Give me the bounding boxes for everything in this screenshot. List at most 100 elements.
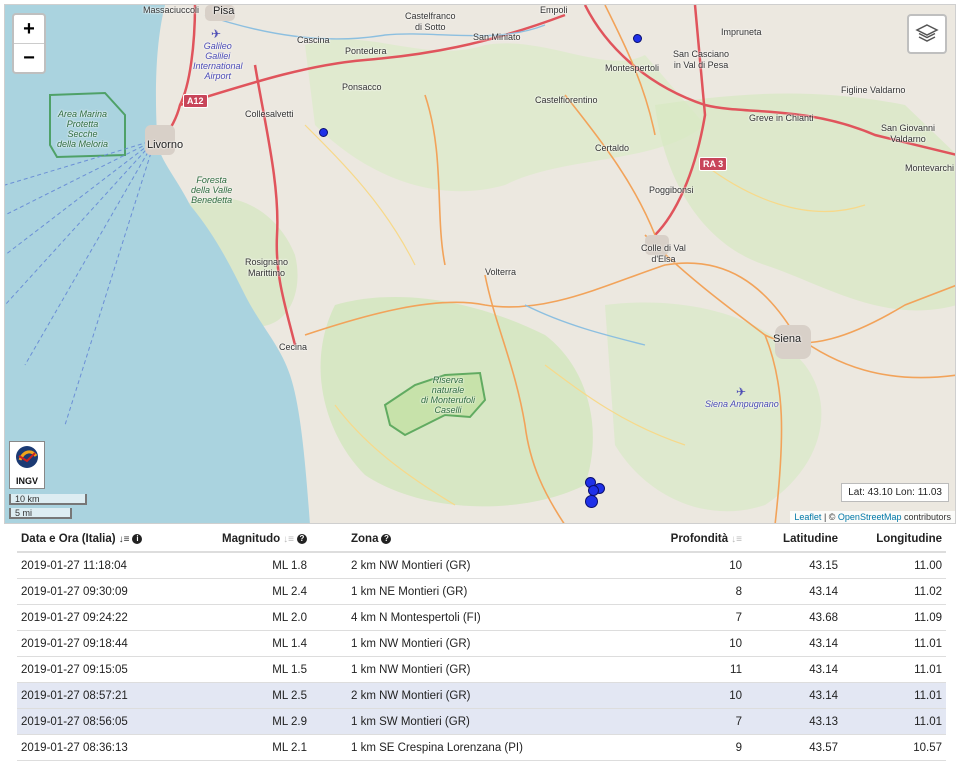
place-label: Greve in Chianti: [749, 113, 814, 123]
zoom-in-button[interactable]: +: [14, 15, 44, 44]
table-row[interactable]: 2019-01-27 09:15:05 ML 1.5 1 km NW Montier…: [17, 656, 946, 683]
cell-zone: 4 km N Montespertoli (FI): [311, 604, 618, 631]
cell-datetime: 2019-01-27 08:36:13: [17, 734, 195, 761]
zoom-out-button[interactable]: −: [14, 44, 44, 72]
place-label: Rosignano Marittimo: [245, 257, 289, 278]
cell-lat: 43.14: [746, 682, 842, 709]
place-label: Pontedera: [345, 46, 387, 56]
cell-lon: 11.01: [842, 708, 946, 735]
header-lat-label: Latitudine: [783, 533, 838, 545]
cursor-coordinates: Lat: 43.10 Lon: 11.03: [841, 483, 949, 502]
map-attribution: Leaflet | © OpenStreetMap contributors: [790, 511, 955, 523]
table-row[interactable]: 2019-01-27 09:24:22 ML 2.0 4 km N Montespe…: [17, 604, 946, 631]
place-label: San Miniato: [473, 32, 521, 42]
place-label: Volterra: [485, 267, 517, 277]
forest-label: Foresta della Valle Benedetta: [191, 175, 233, 205]
table-row[interactable]: 2019-01-27 08:57:21 ML 2.5 2 km NW Montier…: [17, 682, 946, 709]
header-datetime-label: Data e Ora (Italia): [21, 533, 116, 545]
leaflet-link[interactable]: Leaflet: [794, 512, 821, 522]
cell-depth: 11: [618, 656, 746, 683]
header-lon-label: Longitudine: [876, 533, 942, 545]
header-datetime[interactable]: Data e Ora (Italia) ↓≡ i: [17, 528, 195, 553]
sort-icon[interactable]: ↓≡: [731, 534, 742, 545]
earthquake-marker[interactable]: [585, 495, 598, 508]
cell-zone: 1 km SW Montieri (GR): [311, 708, 618, 735]
info-icon[interactable]: i: [132, 533, 143, 544]
cell-zone: 1 km NW Montieri (GR): [311, 630, 618, 657]
table-row[interactable]: 2019-01-27 09:30:09 ML 2.4 1 km NE Montier…: [17, 578, 946, 605]
cell-datetime: 2019-01-27 11:18:04: [17, 552, 195, 579]
attribution-suffix: contributors: [901, 512, 951, 522]
ingv-logo: INGV: [9, 441, 45, 489]
cell-lon: 10.57: [842, 734, 946, 761]
place-label: San Giovanni Valdarno: [881, 123, 936, 144]
airport-label: Galileo Galilei International Airport: [193, 41, 243, 81]
earthquake-marker[interactable]: [633, 34, 642, 43]
help-icon[interactable]: ?: [381, 533, 392, 544]
header-depth-label: Profondità: [670, 533, 729, 545]
cell-lon: 11.00: [842, 552, 946, 579]
ingv-logo-text: INGV: [15, 476, 38, 486]
cell-magnitude: ML 1.8: [195, 552, 311, 579]
cell-magnitude: ML 2.1: [195, 734, 311, 761]
cell-lon: 11.01: [842, 630, 946, 657]
map-view[interactable]: Massaciuccoli Pisa Cascina Pontedera Cas…: [4, 4, 956, 524]
earthquake-marker[interactable]: [319, 128, 328, 137]
cell-zone: 2 km NW Montieri (GR): [311, 682, 618, 709]
table-row[interactable]: 2019-01-27 11:18:04 ML 1.8 2 km NW Montier…: [17, 552, 946, 579]
place-label: Ponsacco: [342, 82, 382, 92]
cell-datetime: 2019-01-27 08:56:05: [17, 708, 195, 735]
road-shield: RA 3: [699, 157, 728, 171]
place-label: Impruneta: [721, 27, 762, 37]
cell-magnitude: ML 2.9: [195, 708, 311, 735]
sort-desc-icon[interactable]: ↓≡: [119, 534, 130, 545]
cell-depth: 7: [618, 604, 746, 631]
airport-icon: ✈: [736, 385, 747, 399]
cell-lat: 43.14: [746, 578, 842, 605]
layers-icon: [915, 24, 939, 42]
place-label: Massaciuccoli: [143, 5, 200, 15]
table-row[interactable]: 2019-01-27 08:36:13 ML 2.1 1 km SE Crespin…: [17, 734, 946, 761]
cell-lon: 11.01: [842, 682, 946, 709]
cell-lon: 11.01: [842, 656, 946, 683]
layers-button[interactable]: [907, 14, 947, 54]
cell-magnitude: ML 1.4: [195, 630, 311, 657]
cell-zone: 1 km NW Montieri (GR): [311, 656, 618, 683]
zoom-control: + −: [12, 13, 46, 74]
cell-lat: 43.14: [746, 656, 842, 683]
table-row[interactable]: 2019-01-27 09:18:44 ML 1.4 1 km NW Montier…: [17, 630, 946, 657]
table-row[interactable]: 2019-01-27 08:56:05 ML 2.9 1 km SW Montier…: [17, 708, 946, 735]
cell-lat: 43.57: [746, 734, 842, 761]
scale-mi: 5 mi: [9, 508, 72, 519]
header-lon: Longitudine: [842, 528, 946, 553]
cell-depth: 10: [618, 552, 746, 579]
reserve-label: Riserva naturale di Monterufoli Caselli: [421, 375, 476, 415]
help-icon[interactable]: ?: [297, 533, 307, 544]
cell-depth: 8: [618, 578, 746, 605]
table-header-row: Data e Ora (Italia) ↓≡ i Magnitudo ↓≡? Zona…: [17, 528, 946, 553]
cell-lat: 43.14: [746, 630, 842, 657]
cell-magnitude: ML 1.5: [195, 656, 311, 683]
cell-datetime: 2019-01-27 09:30:09: [17, 578, 195, 605]
header-zone[interactable]: Zona?: [311, 528, 618, 553]
place-label: Figline Valdarno: [841, 85, 906, 95]
cell-lon: 11.02: [842, 578, 946, 605]
cell-zone: 1 km NE Montieri (GR): [311, 578, 618, 605]
place-label: Poggibonsi: [649, 185, 694, 195]
place-label: Siena: [773, 333, 802, 345]
cell-lat: 43.13: [746, 708, 842, 735]
cell-zone: 2 km NW Montieri (GR): [311, 552, 618, 579]
sort-icon[interactable]: ↓≡: [283, 534, 294, 545]
header-depth[interactable]: Profondità ↓≡: [618, 528, 746, 553]
header-lat: Latitudine: [746, 528, 842, 553]
cell-depth: 7: [618, 708, 746, 735]
place-label: Pisa: [213, 5, 235, 17]
osm-link[interactable]: OpenStreetMap: [838, 512, 902, 522]
road-shield: A12: [183, 94, 208, 108]
ingv-logo-graphic: [16, 446, 38, 468]
header-magnitude[interactable]: Magnitudo ↓≡?: [195, 528, 311, 553]
cell-magnitude: ML 2.0: [195, 604, 311, 631]
place-label: Montespertoli: [605, 63, 660, 73]
place-label: Cecina: [279, 342, 308, 352]
place-label: Montevarchi: [905, 163, 955, 173]
